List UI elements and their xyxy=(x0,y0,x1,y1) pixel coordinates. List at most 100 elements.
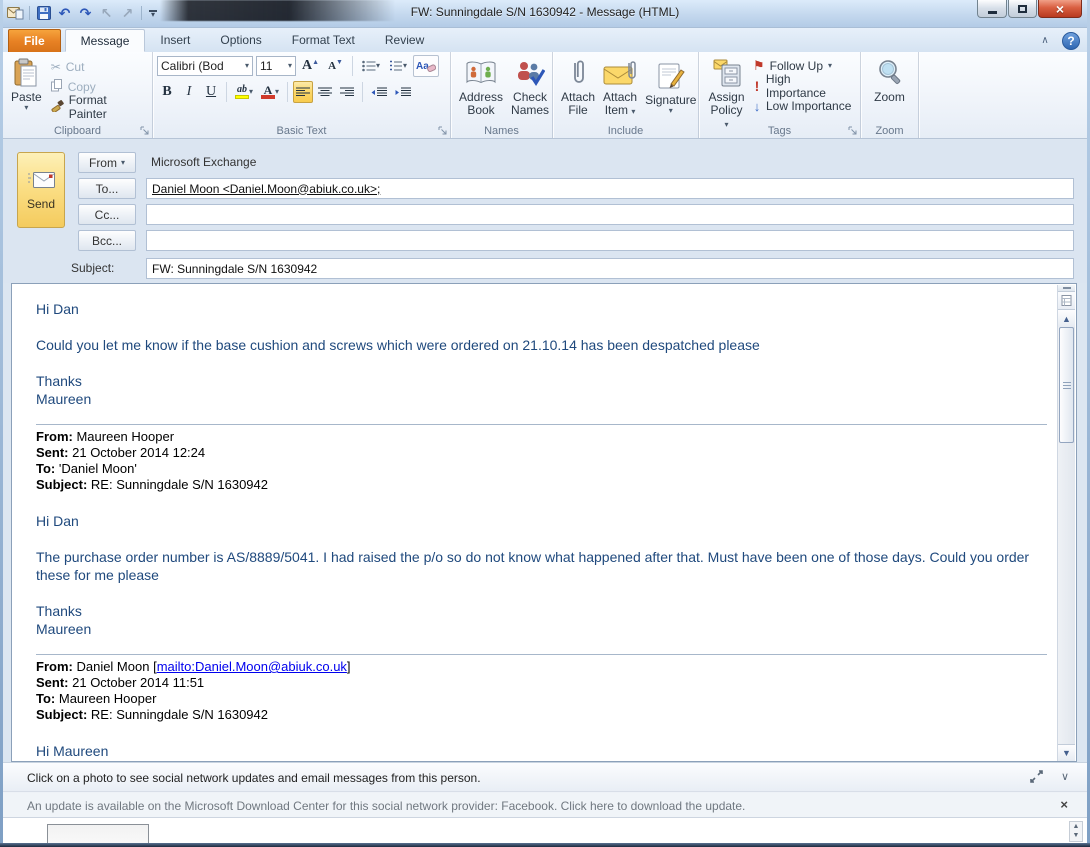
group-tags: Assign Policy ▾ ⚑ Follow Up ▾ ! High Imp… xyxy=(699,52,861,138)
bcc-field[interactable] xyxy=(146,230,1074,251)
tab-file[interactable]: File xyxy=(8,29,61,52)
address-book-button[interactable]: Address Book xyxy=(455,55,507,119)
shrink-font-button[interactable]: A ▼ xyxy=(325,55,346,77)
clear-formatting-button[interactable]: Aa xyxy=(412,55,439,77)
underline-button[interactable]: U xyxy=(201,81,221,103)
scrollbar-thumb[interactable] xyxy=(1059,327,1074,443)
cut-icon: ✂ xyxy=(50,60,61,74)
ruler-toggle-button[interactable] xyxy=(1058,292,1075,310)
high-importance-button[interactable]: ! High Importance xyxy=(750,72,856,100)
text-highlight-button[interactable]: ab ▾ xyxy=(232,81,256,103)
from-button[interactable]: From ▾ xyxy=(78,152,136,173)
align-center-button[interactable] xyxy=(315,81,335,103)
body-line: Hi Maureen xyxy=(36,743,109,759)
to-button[interactable]: To... xyxy=(78,178,136,199)
restore-button[interactable] xyxy=(1008,0,1037,18)
collapse-ribbon-icon[interactable]: ∧ xyxy=(1036,34,1054,48)
align-right-button[interactable] xyxy=(337,81,357,103)
people-pane: Click on a photo to see social network u… xyxy=(3,762,1087,847)
contact-strip-scrollbar[interactable]: ▲ ▼ xyxy=(1069,821,1083,842)
body-line: The purchase order number is AS/8889/504… xyxy=(36,549,1030,583)
low-importance-button[interactable]: ↓ Low Importance xyxy=(750,96,856,116)
tab-message[interactable]: Message xyxy=(64,29,146,52)
italic-button[interactable]: I xyxy=(179,81,199,103)
window-title: FW: Sunningdale S/N 1630942 - Message (H… xyxy=(410,5,680,19)
scroll-up-small-icon[interactable]: ▲ xyxy=(1073,823,1080,831)
tags-dialog-launcher-icon[interactable] xyxy=(847,125,858,136)
window-border-left xyxy=(0,0,3,847)
window-controls: × xyxy=(976,0,1082,18)
help-icon[interactable]: ? xyxy=(1062,32,1080,50)
scroll-down-small-icon[interactable]: ▼ xyxy=(1073,832,1080,840)
assign-policy-button[interactable]: Assign Policy ▾ xyxy=(703,55,750,132)
from-row: From ▾ Microsoft Exchange xyxy=(3,152,1087,174)
outlook-message-window: ↶ ↷ ↖ ↗ ▾ FW: Sunningdale S/N 1630942 - … xyxy=(0,0,1090,847)
splitter-handle[interactable] xyxy=(1058,285,1075,292)
attach-file-button[interactable]: Attach File xyxy=(557,55,599,119)
update-notice-text[interactable]: An update is available on the Microsoft … xyxy=(27,799,745,813)
check-names-icon xyxy=(515,57,546,89)
grow-font-button[interactable]: A ▲ xyxy=(299,55,322,77)
address-book-icon xyxy=(466,57,496,89)
font-size-combo[interactable]: 11 ▾ xyxy=(256,56,296,76)
pane-chevron-down-icon[interactable]: ∨ xyxy=(1061,770,1069,783)
bcc-button[interactable]: Bcc... xyxy=(78,230,136,251)
bullets-button[interactable]: ▾ xyxy=(359,55,383,77)
cc-field[interactable] xyxy=(146,204,1074,225)
tab-format-text[interactable]: Format Text xyxy=(277,29,370,52)
close-button[interactable]: × xyxy=(1038,0,1082,18)
clipboard-dialog-launcher-icon[interactable] xyxy=(139,125,150,136)
font-name-dropdown-icon[interactable]: ▾ xyxy=(245,62,249,70)
numbering-button[interactable]: ▾ xyxy=(386,55,410,77)
to-field[interactable]: Daniel Moon <Daniel.Moon@abiuk.co.uk>; xyxy=(146,178,1074,199)
signature-dropdown-icon[interactable]: ▾ xyxy=(669,106,673,115)
tab-review[interactable]: Review xyxy=(370,29,439,52)
mailto-link[interactable]: mailto:Daniel.Moon@abiuk.co.uk xyxy=(157,659,347,674)
font-color-dropdown-icon[interactable]: ▾ xyxy=(275,88,279,96)
follow-up-flag-icon: ⚑ xyxy=(753,58,765,73)
attach-item-dropdown-icon[interactable]: ▾ xyxy=(631,107,635,116)
to-row: To... Daniel Moon <Daniel.Moon@abiuk.co.… xyxy=(3,178,1087,200)
zoom-button[interactable]: Zoom xyxy=(865,55,914,106)
ribbon-empty-space xyxy=(919,52,1087,138)
follow-up-dropdown-icon[interactable]: ▾ xyxy=(828,62,832,70)
tab-insert[interactable]: Insert xyxy=(145,29,205,52)
font-name-combo[interactable]: Calibri (Bod ▾ xyxy=(157,56,253,76)
paperclip-icon xyxy=(570,57,586,89)
scroll-down-icon[interactable]: ▼ xyxy=(1058,744,1075,761)
quoted-header-2: From: Daniel Moon [mailto:Daniel.Moon@ab… xyxy=(36,654,1047,723)
paste-dropdown-icon[interactable]: ▾ xyxy=(24,104,28,112)
people-pane-header: Click on a photo to see social network u… xyxy=(3,762,1087,792)
body-line: Could you let me know if the base cushio… xyxy=(36,337,760,353)
expand-pane-icon[interactable] xyxy=(1030,770,1043,788)
highlight-dropdown-icon[interactable]: ▾ xyxy=(249,88,253,96)
numbering-dropdown-icon[interactable]: ▾ xyxy=(403,62,407,70)
bold-button[interactable]: B xyxy=(157,81,177,103)
font-color-button[interactable]: A ▾ xyxy=(258,81,282,103)
attach-item-button[interactable]: Attach Item ▾ xyxy=(599,55,641,119)
body-vertical-scrollbar[interactable]: ▲ ▼ xyxy=(1057,285,1075,761)
check-names-button[interactable]: Check Names xyxy=(507,55,553,119)
basic-text-dialog-launcher-icon[interactable] xyxy=(437,125,448,136)
font-size-dropdown-icon[interactable]: ▾ xyxy=(288,62,292,70)
dismiss-update-icon[interactable]: × xyxy=(1060,797,1068,812)
minimize-button[interactable] xyxy=(977,0,1007,18)
scroll-up-icon[interactable]: ▲ xyxy=(1058,310,1075,327)
decrease-indent-button[interactable] xyxy=(368,81,390,103)
message-body-area: Hi Dan Could you let me know if the base… xyxy=(11,283,1077,762)
titlebar: ↶ ↷ ↖ ↗ ▾ FW: Sunningdale S/N 1630942 - … xyxy=(0,0,1090,28)
paste-button[interactable]: Paste ▾ xyxy=(7,55,46,114)
align-left-button[interactable] xyxy=(293,81,314,103)
assign-policy-icon xyxy=(712,57,742,89)
format-painter-button[interactable]: Format Painter xyxy=(48,93,148,121)
subject-field[interactable]: FW: Sunningdale S/N 1630942 xyxy=(146,258,1074,279)
group-clipboard: Paste ▾ ✂ Cut Copy Format Painter Clipbo… xyxy=(3,52,153,138)
increase-indent-button[interactable] xyxy=(392,81,414,103)
tab-options[interactable]: Options xyxy=(205,29,276,52)
message-body-editor[interactable]: Hi Dan Could you let me know if the base… xyxy=(12,284,1057,760)
group-basic-text: Calibri (Bod ▾ 11 ▾ A ▲ A ▼ ▾ ▾ Aa B I U… xyxy=(153,52,451,138)
cc-button[interactable]: Cc... xyxy=(78,204,136,225)
message-header-panel: Send From ▾ Microsoft Exchange To... Dani… xyxy=(3,140,1087,283)
bullets-dropdown-icon[interactable]: ▾ xyxy=(376,62,380,70)
signature-button[interactable]: Signature ▾ xyxy=(641,58,700,117)
